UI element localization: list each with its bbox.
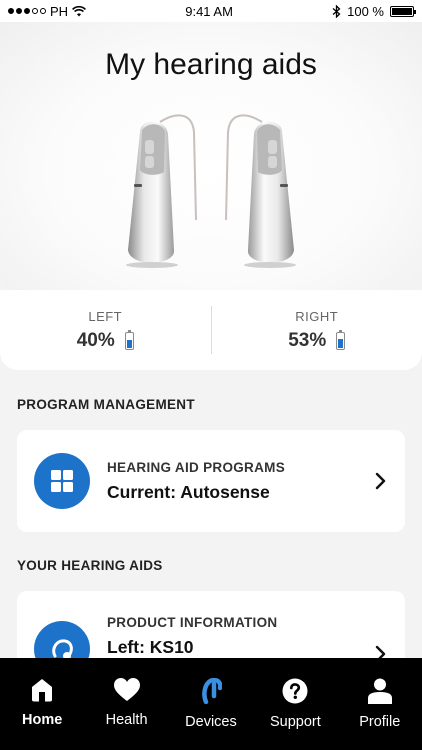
person-icon — [367, 678, 392, 704]
hero-section: My hearing aids — [0, 22, 422, 290]
left-hearing-aid-image — [126, 114, 197, 268]
current-program: Current: Autosense — [107, 481, 270, 502]
page-title: My hearing aids — [105, 48, 317, 81]
product-card-caption: PRODUCT INFORMATION — [107, 615, 278, 630]
left-battery-value-row: 40% — [76, 329, 134, 352]
device-icon — [202, 678, 222, 704]
programs-card-caption: HEARING AID PROGRAMS — [107, 459, 286, 475]
right-battery-value-row: 53% — [288, 329, 346, 352]
grid-icon — [34, 453, 90, 509]
bluetooth-icon — [332, 4, 341, 18]
tab-label: Devices — [185, 714, 237, 730]
tab-label: Home — [22, 712, 63, 728]
status-bar: PH 9:41 AM 100 % — [0, 0, 422, 22]
tab-label: Health — [105, 712, 148, 728]
product-card-text: PRODUCT INFORMATION Left: KS10 — [107, 615, 375, 658]
right-battery: RIGHT 53% — [212, 309, 422, 352]
your-hearing-aids-heading: YOUR HEARING AIDS — [17, 558, 163, 573]
tab-label: Support — [269, 714, 321, 730]
help-icon — [282, 678, 308, 704]
tab-health[interactable]: Health — [85, 678, 169, 750]
program-management-heading: PROGRAM MANAGEMENT — [17, 397, 195, 412]
left-model: Left: KS10 — [107, 637, 194, 657]
tab-label: Profile — [359, 714, 401, 730]
tab-devices[interactable]: Devices — [169, 678, 253, 750]
hearing-aid-programs-card[interactable]: HEARING AID PROGRAMS Current: Autosense — [17, 430, 405, 532]
chevron-right-icon — [375, 472, 386, 490]
left-battery-value: 40% — [76, 329, 115, 351]
left-battery: LEFT 40% — [0, 309, 211, 352]
battery-card: LEFT 40% RIGHT 53% — [0, 290, 422, 370]
signal-icon — [8, 8, 46, 14]
status-right: 100 % — [332, 3, 416, 19]
battery-level-icon — [336, 329, 346, 350]
battery-icon — [389, 5, 416, 17]
right-battery-value: 53% — [288, 329, 327, 351]
right-hearing-aid-image — [225, 114, 296, 268]
wifi-icon — [72, 5, 87, 16]
tab-home[interactable]: Home — [0, 678, 84, 750]
tab-support[interactable]: Support — [253, 678, 337, 750]
home-icon — [32, 679, 53, 702]
programs-card-text: HEARING AID PROGRAMS Current: Autosense — [107, 460, 375, 503]
battery-percent: 100 % — [347, 3, 384, 19]
tab-bar: Home Health Devices Support Profile — [0, 658, 422, 750]
left-battery-label: LEFT — [88, 308, 123, 324]
heart-icon — [113, 678, 140, 701]
battery-level-icon — [124, 329, 134, 350]
carrier-label: PH — [50, 3, 69, 19]
right-battery-label: RIGHT — [295, 308, 339, 324]
status-left: PH — [8, 3, 87, 19]
clock: 9:41 AM — [185, 3, 233, 19]
tab-profile[interactable]: Profile — [338, 678, 422, 750]
